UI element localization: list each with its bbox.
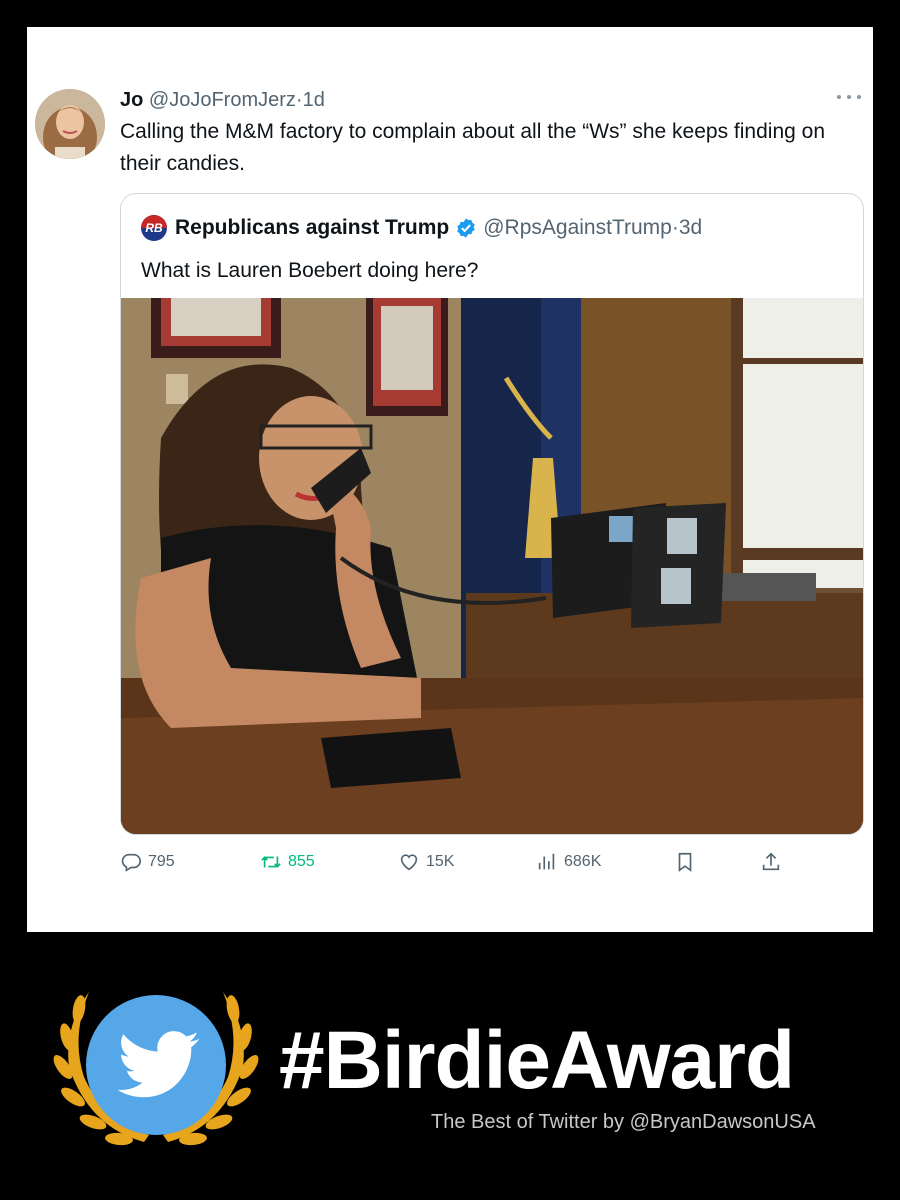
views-icon [538, 853, 555, 870]
quoted-author-handle[interactable]: @RpsAgainstTrump [483, 216, 672, 240]
office-photo[interactable] [121, 298, 864, 835]
tweet-timestamp[interactable]: 1d [303, 89, 325, 111]
author-handle[interactable]: @JoJoFromJerz [149, 89, 296, 111]
quoted-author-logo-text: RB [145, 221, 163, 235]
birdie-award-banner: #BirdieAward The Best of Twitter by @Bry… [27, 957, 873, 1172]
like-count: 15K [426, 853, 455, 870]
retweet-count: 855 [288, 853, 315, 870]
retweet-icon [261, 856, 281, 868]
like-button[interactable]: 15K [398, 850, 454, 874]
tweet-actions: 795 855 15K 686K [120, 842, 864, 882]
reply-button[interactable]: 795 [120, 850, 175, 874]
reply-count: 795 [148, 853, 175, 870]
quoted-tweet-text: What is Lauren Boebert doing here? [141, 259, 479, 282]
more-icon[interactable] [837, 87, 861, 107]
retweet-button[interactable]: 855 [260, 850, 315, 874]
bookmark-button[interactable] [674, 850, 702, 874]
like-icon [400, 854, 418, 871]
banner-subtitle: The Best of Twitter by @BryanDawsonUSA [431, 1111, 816, 1133]
verified-badge-icon [457, 218, 475, 238]
quoted-author-logo[interactable]: RB [141, 215, 167, 241]
share-button[interactable] [760, 850, 788, 874]
quoted-tweet-header: RB Republicans against Trump @RpsAgainst… [141, 214, 702, 242]
quoted-tweet-timestamp[interactable]: 3d [679, 216, 702, 240]
tweet-header: Jo @JoJoFromJerz·1d [120, 87, 325, 113]
separator-dot: · [295, 89, 303, 111]
bookmark-icon [678, 852, 692, 872]
quoted-separator-dot: · [671, 216, 679, 239]
views-button[interactable]: 686K [536, 850, 601, 874]
author-name[interactable]: Jo [120, 89, 143, 111]
quoted-author-name[interactable]: Republicans against Trump [175, 216, 449, 240]
banner-title: #BirdieAward [279, 1015, 795, 1106]
view-count: 686K [564, 853, 602, 870]
reply-icon [121, 853, 141, 872]
laurel-wreath-icon [53, 992, 259, 1146]
share-icon [762, 852, 780, 871]
user-avatar[interactable] [35, 89, 105, 159]
quoted-tweet[interactable]: RB Republicans against Trump @RpsAgainst… [120, 193, 864, 835]
tweet-text: Calling the M&M factory to complain abou… [120, 120, 826, 175]
tweet-card: Jo @JoJoFromJerz·1d Calling the M&M fact… [27, 27, 873, 932]
